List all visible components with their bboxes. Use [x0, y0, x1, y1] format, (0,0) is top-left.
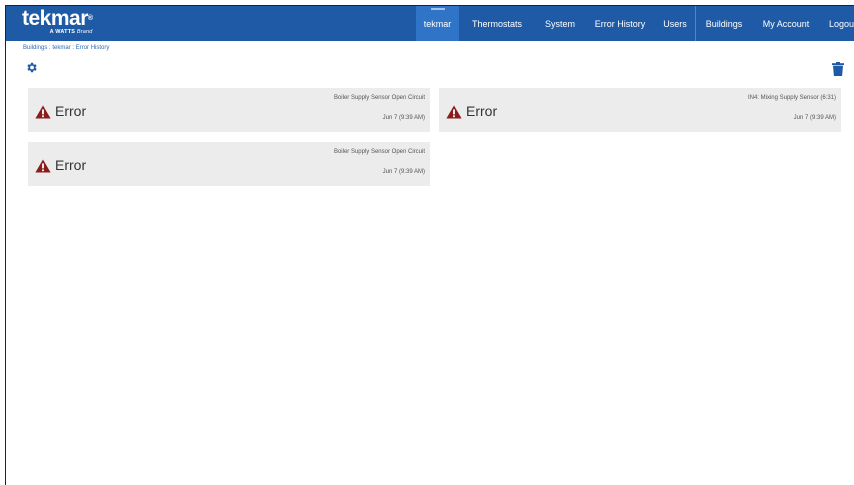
nav-tab-label: Thermostats — [471, 18, 522, 29]
error-timestamp: Jun 7 (9:39 AM) — [382, 115, 425, 121]
breadcrumb[interactable]: Buildings : tekmar : Error History — [23, 45, 109, 51]
nav-tab-label: Logout — [829, 18, 854, 29]
nav-tab-error-history[interactable]: Error History — [585, 6, 655, 41]
top-navigation-bar: tekmar® A WATTS Brand tekmar Thermostats… — [6, 6, 854, 41]
nav-tab-label: Error History — [594, 18, 646, 29]
error-title: Error — [55, 103, 87, 119]
nav-tab-users[interactable]: Users — [655, 6, 695, 41]
nav-tab-buildings[interactable]: Buildings — [696, 6, 752, 41]
warning-triangle-icon — [35, 105, 51, 119]
nav-tab-logout[interactable]: Logout — [820, 6, 854, 41]
error-card[interactable]: Error Boiler Supply Sensor Open Circuit … — [28, 142, 430, 186]
error-title: Error — [55, 157, 87, 173]
logo-registered-mark: ® — [87, 15, 93, 22]
nav-tab-label: Buildings — [705, 18, 743, 29]
error-timestamp: Jun 7 (9:39 AM) — [382, 169, 425, 175]
logo-brand-italic: Brand — [76, 29, 93, 35]
nav-tab-my-account[interactable]: My Account — [752, 6, 820, 41]
nav-tab-label: My Account — [762, 18, 810, 29]
error-description: Boiler Supply Sensor Open Circuit — [333, 95, 425, 101]
error-description: IN4: Mixing Supply Sensor (6:31) — [747, 95, 836, 101]
nav-tab-label: Users — [663, 18, 687, 29]
tekmar-logo[interactable]: tekmar® A WATTS Brand — [22, 7, 93, 36]
nav-tab-tekmar[interactable]: tekmar — [416, 6, 459, 41]
error-card[interactable]: Error Boiler Supply Sensor Open Circuit … — [28, 88, 430, 132]
error-title: Error — [466, 103, 498, 119]
logo-word: tekmar — [22, 7, 88, 30]
gear-icon[interactable] — [25, 61, 38, 74]
warning-triangle-icon — [35, 159, 51, 173]
error-description: Boiler Supply Sensor Open Circuit — [333, 149, 425, 155]
logo-brand: A WATTS — [49, 29, 76, 35]
trash-icon[interactable] — [832, 62, 844, 76]
main-nav: tekmar Thermostats System Error History … — [416, 6, 854, 41]
nav-tab-thermostats[interactable]: Thermostats — [459, 6, 535, 41]
nav-tab-label: tekmar — [423, 18, 452, 29]
error-card[interactable]: Error IN4: Mixing Supply Sensor (6:31) J… — [439, 88, 841, 132]
warning-triangle-icon — [446, 105, 462, 119]
nav-tab-system[interactable]: System — [535, 6, 585, 41]
error-timestamp: Jun 7 (9:39 AM) — [793, 115, 836, 121]
app-frame: tekmar® A WATTS Brand tekmar Thermostats… — [5, 5, 854, 485]
nav-tab-label: System — [544, 18, 575, 29]
